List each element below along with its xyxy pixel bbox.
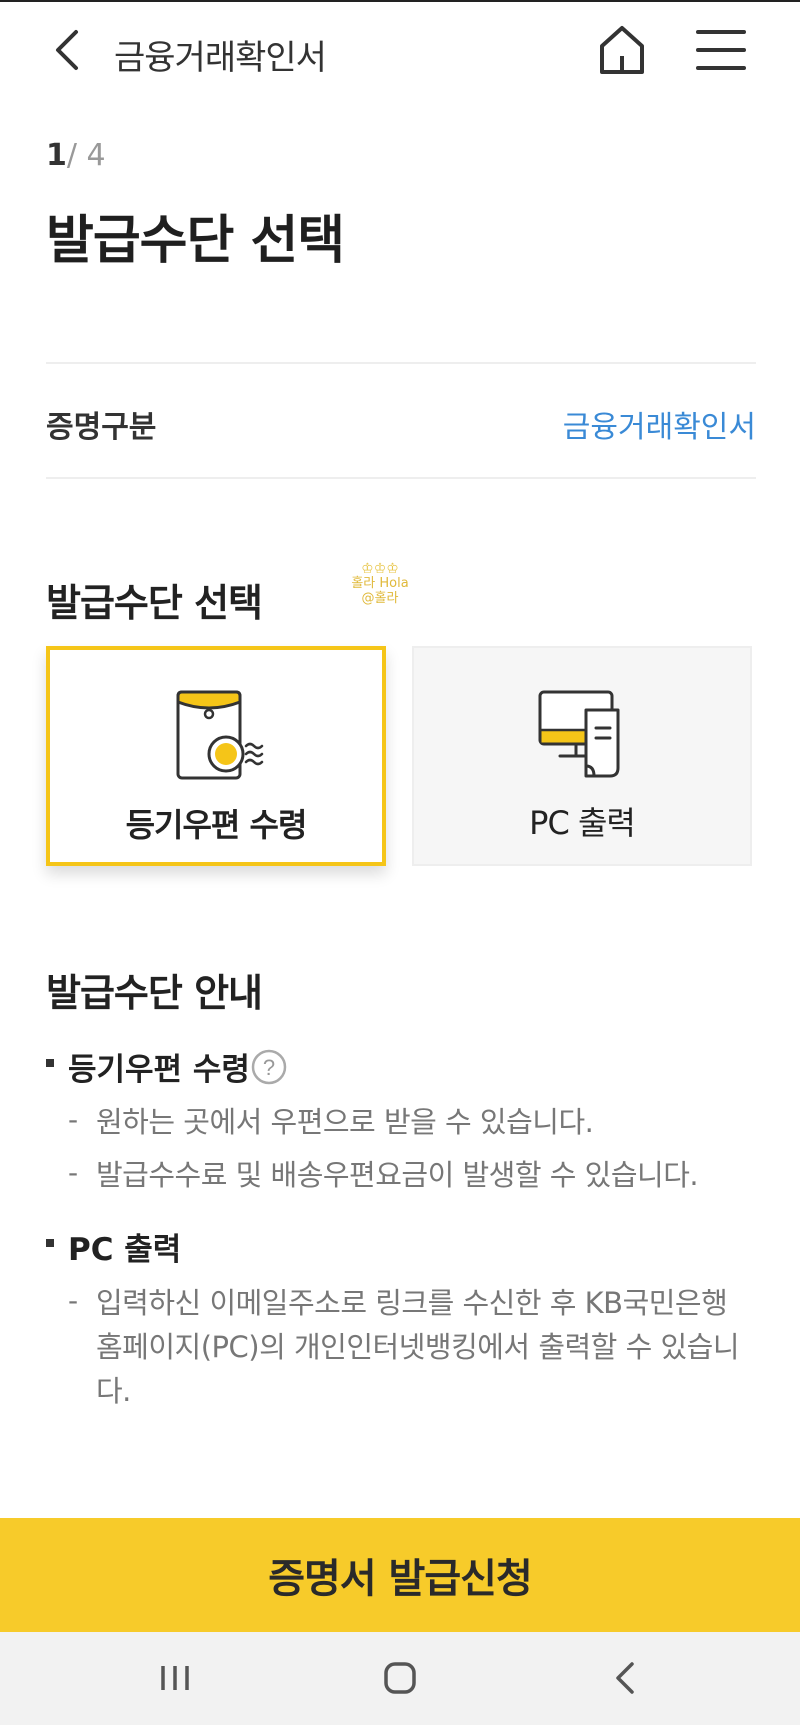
hamburger-menu-icon [696,30,746,70]
divider-bottom [46,477,756,479]
option-registered-mail-label: 등기우편 수령 [125,806,308,844]
pc-print-icon [538,690,620,778]
question-circle-icon: ? [251,1049,287,1085]
certificate-label: 증명구분 [46,410,157,445]
watermark-stamp: ♔♔♔ 홀라 Hola @홀라 [342,562,418,618]
dash: - [68,1156,79,1189]
svg-text:?: ? [263,1055,275,1080]
step-total: / 4 [66,138,106,173]
recent-apps-icon [161,1666,189,1690]
watermark-line-1: 홀라 Hola [351,576,409,591]
watermark-line-2: @홀라 [361,591,399,606]
chevron-left-icon [56,30,78,70]
back-button[interactable] [46,24,94,76]
nav-home-button[interactable] [365,1646,435,1710]
step-indicator: 1/ 4 [46,138,106,173]
nav-home-icon [384,1662,416,1694]
guide-title: 발급수단 안내 [46,971,263,1015]
help-button[interactable]: ? [250,1048,288,1086]
page-title: 발급수단 선택 [46,211,345,271]
app-header: 금융거래확인서 [0,2,800,98]
guide-mail-line-2: 발급수수료 및 배송우편요금이 발생할 수 있습니다. [96,1158,699,1192]
guide-pc-line-1: 입력하신 이메일주소로 링크를 수신한 후 KB국민은행 홈페이지(PC)의 개… [96,1286,740,1408]
divider-top [46,362,756,364]
crown-icon: ♔♔♔ [361,561,399,577]
home-button[interactable] [596,22,648,78]
bullet [46,1059,54,1067]
option-pc-print[interactable]: PC 출력 [412,646,752,866]
issue-certificate-button[interactable]: 증명서 발급신청 [0,1518,800,1632]
registered-mail-icon [176,690,264,780]
dash: - [68,1103,79,1136]
header-title: 금융거래확인서 [114,38,327,78]
option-pc-print-label: PC 출력 [529,804,636,842]
certificate-value: 금융거래확인서 [562,410,756,445]
system-nav-bar [0,1632,800,1725]
menu-button[interactable] [694,26,748,74]
option-registered-mail[interactable]: 등기우편 수령 [46,646,386,866]
guide-mail-line-1: 원하는 곳에서 우편으로 받을 수 있습니다. [96,1105,594,1139]
nav-back-button[interactable] [590,1646,660,1710]
step-current: 1 [46,138,67,173]
guide-pc-title: PC 출력 [68,1232,182,1268]
recent-apps-button[interactable] [140,1646,210,1710]
dash: - [68,1284,79,1317]
guide-mail-title: 등기우편 수령 [68,1052,250,1088]
home-icon [600,26,644,74]
bullet [46,1239,54,1247]
nav-back-icon [616,1662,634,1694]
method-section-title: 발급수단 선택 [46,581,263,625]
